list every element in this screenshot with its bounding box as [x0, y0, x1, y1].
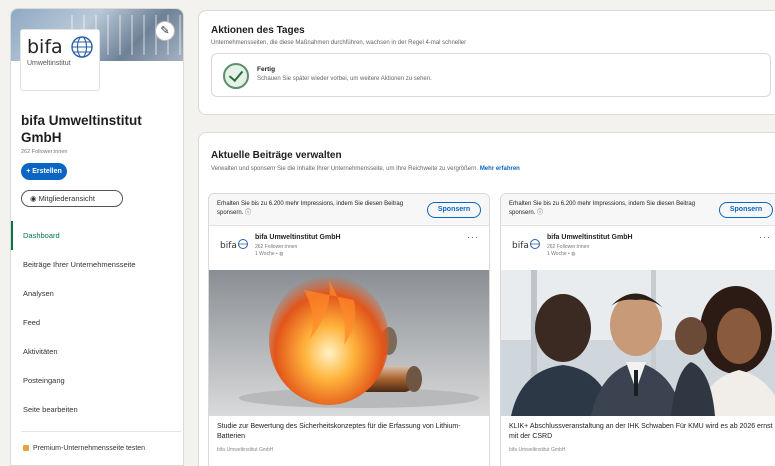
globe-icon: ◍ — [279, 251, 284, 257]
nav-item-inbox[interactable]: Posteingang — [11, 366, 183, 395]
logo-subtext: Umweltinstitut — [27, 60, 71, 67]
svg-text:bifa: bifa — [512, 241, 529, 251]
sponsor-text: Erhalten Sie bis zu 6.200 mehr Impressio… — [217, 201, 404, 216]
checkmark-icon — [223, 63, 249, 89]
posts-title: Aktuelle Beiträge verwalten — [211, 150, 342, 161]
actions-title: Aktionen des Tages — [211, 25, 305, 36]
pencil-icon: ✎ — [160, 25, 170, 37]
sponsor-text: Erhalten Sie bis zu 6.200 mehr Impressio… — [509, 201, 696, 216]
nav-item-posts[interactable]: Beiträge Ihrer Unternehmensseite — [11, 250, 183, 279]
post-title[interactable]: KLIK+ Abschlussveranstaltung an der IHK … — [509, 422, 773, 442]
company-name[interactable]: bifa Umweltinstitut GmbH — [21, 112, 181, 146]
post-card[interactable]: Erhalten Sie bis zu 6.200 mehr Impressio… — [500, 193, 775, 466]
eye-icon: ◉ — [30, 194, 37, 203]
company-logo[interactable]: bifa Umweltinstitut — [20, 29, 100, 91]
author-meta: 262 Follower:innen 1 Woche • ◍ — [255, 244, 298, 257]
info-icon[interactable]: ⓘ — [245, 210, 251, 216]
manage-posts-card: Aktuelle Beiträge verwalten Verwalten un… — [198, 132, 775, 466]
sponsor-bar: Erhalten Sie bis zu 6.200 mehr Impressio… — [209, 194, 489, 226]
posts-subtitle-row: Verwalten und sponsern Sie die Inhalte I… — [211, 166, 520, 172]
author-logo[interactable]: bifa — [511, 234, 541, 256]
done-title: Fertig — [257, 66, 276, 73]
edit-cover-button[interactable]: ✎ — [155, 21, 175, 41]
create-button[interactable]: + Erstellen — [21, 163, 67, 180]
svg-text:bifa: bifa — [220, 241, 237, 251]
sponsor-bar: Erhalten Sie bis zu 6.200 mehr Impressio… — [501, 194, 775, 226]
sidebar-divider — [21, 431, 181, 432]
nav-item-dashboard[interactable]: Dashboard — [11, 221, 183, 250]
author-logo[interactable]: bifa — [219, 234, 249, 256]
globe-icon: ◍ — [571, 251, 576, 257]
nav-item-analytics[interactable]: Analysen — [11, 279, 183, 308]
more-options-icon[interactable]: ··· — [759, 232, 771, 242]
nav-item-activity[interactable]: Aktivitäten — [11, 337, 183, 366]
post-image-batteries[interactable] — [209, 270, 489, 416]
post-card[interactable]: Erhalten Sie bis zu 6.200 mehr Impressio… — [208, 193, 490, 466]
done-notice: Fertig Schauen Sie später wieder vorbei,… — [211, 53, 771, 97]
nav-item-feed[interactable]: Feed — [11, 308, 183, 337]
sidebar-nav: Dashboard Beiträge Ihrer Unternehmenssei… — [11, 221, 183, 424]
nav-item-edit-page[interactable]: Seite bearbeiten — [11, 395, 183, 424]
sponsor-button[interactable]: Sponsern — [427, 202, 481, 218]
member-view-label: Mitgliederansicht — [38, 194, 95, 203]
globe-icon — [71, 36, 93, 58]
learn-more-link[interactable]: Mehr erfahren — [480, 166, 520, 172]
premium-label: Premium-Unternehmensseite testen — [33, 445, 146, 452]
info-icon[interactable]: ⓘ — [537, 210, 543, 216]
actions-of-the-day-card: Aktionen des Tages Unternehmensseiten, d… — [198, 10, 775, 115]
more-options-icon[interactable]: ··· — [467, 232, 479, 242]
member-view-button[interactable]: ◉ Mitgliederansicht — [21, 190, 123, 207]
post-image-people[interactable] — [501, 270, 775, 416]
company-sidebar: ✎ bifa Umweltinstitut bifa Umweltinstitu… — [10, 8, 184, 466]
post-title[interactable]: Studie zur Bewertung des Sicherheitskonz… — [217, 422, 481, 442]
author-name[interactable]: bifa Umweltinstitut GmbH — [255, 234, 341, 241]
post-source: bifa Umweltinstitut GmbH — [509, 447, 566, 453]
follower-count: 262 Follower:innen — [21, 149, 68, 155]
premium-icon — [23, 445, 29, 451]
sponsor-button[interactable]: Sponsern — [719, 202, 773, 218]
posts-subtitle: Verwalten und sponsern Sie die Inhalte I… — [211, 166, 479, 172]
logo-wordmark: bifa — [27, 36, 63, 58]
author-name[interactable]: bifa Umweltinstitut GmbH — [547, 234, 633, 241]
post-source: bifa Umweltinstitut GmbH — [217, 447, 274, 453]
author-meta: 262 Follower:innen 1 Woche • ◍ — [547, 244, 590, 257]
done-text: Schauen Sie später wieder vorbei, um wei… — [257, 76, 432, 82]
premium-trial-link[interactable]: Premium-Unternehmensseite testen — [23, 444, 173, 454]
actions-subtitle: Unternehmensseiten, die diese Maßnahmen … — [211, 40, 467, 46]
